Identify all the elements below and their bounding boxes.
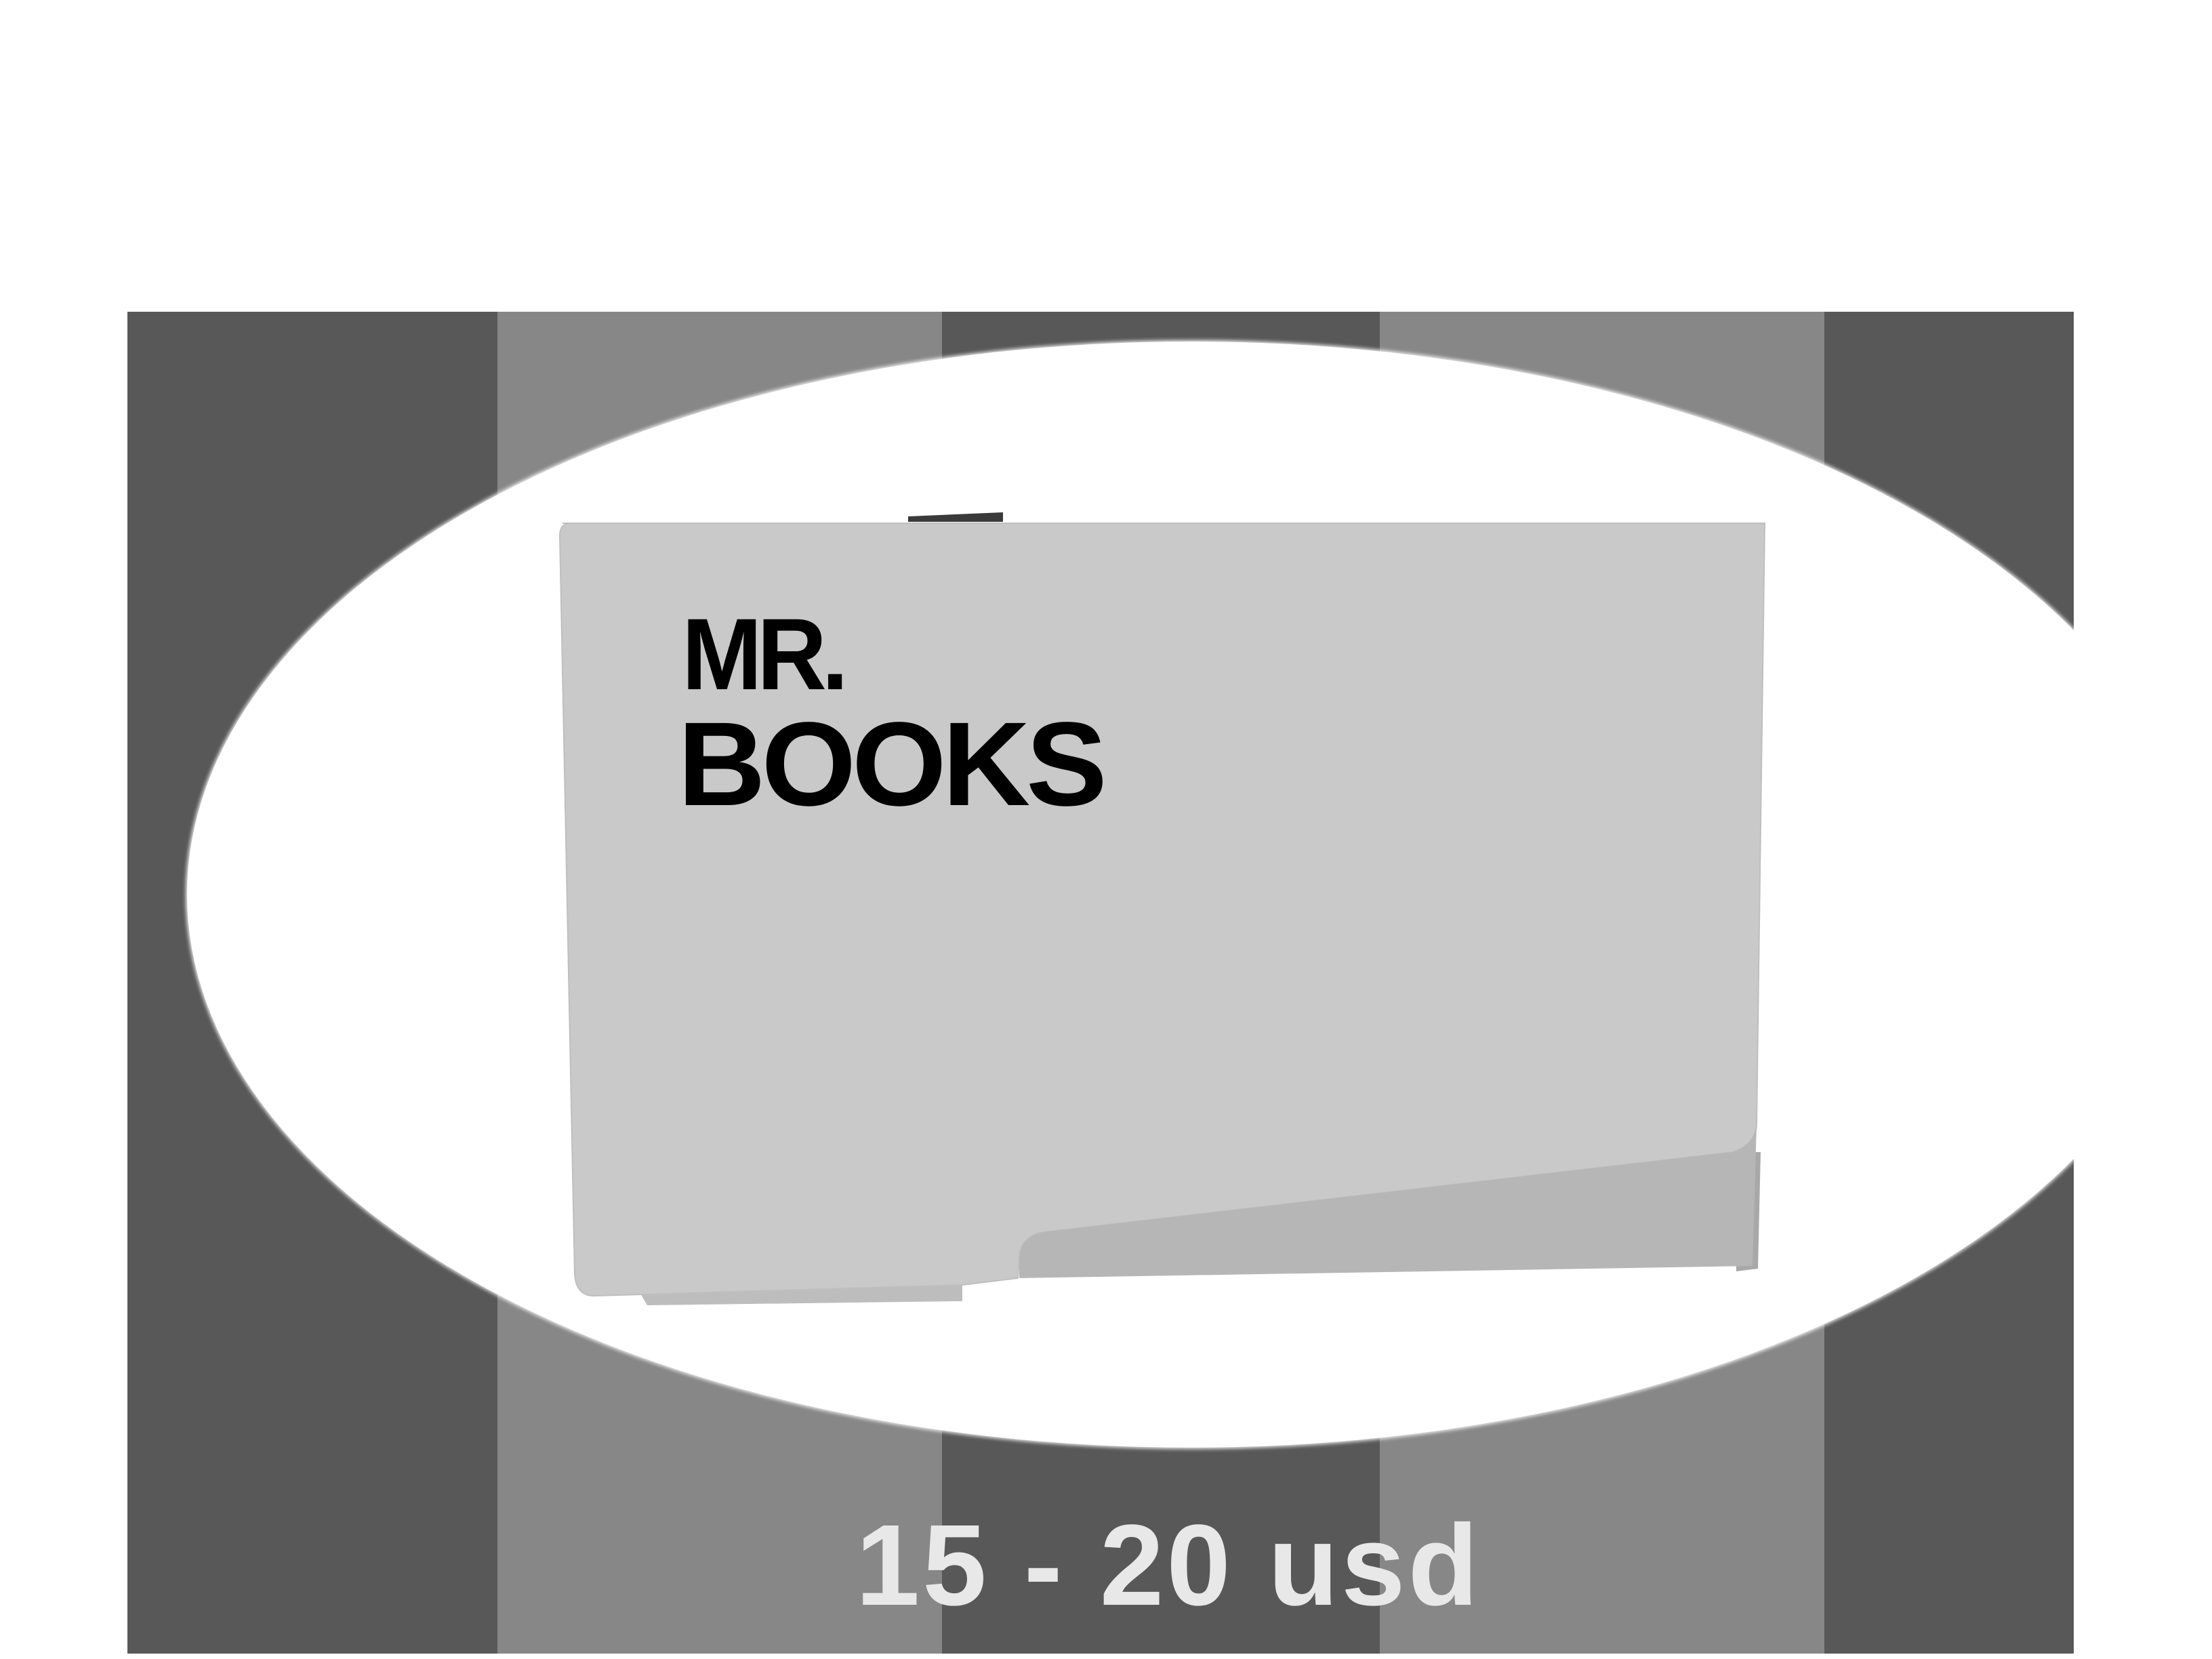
logo-text-books: BOOKS bbox=[678, 698, 1107, 831]
gift-card-image: 15 - 20 usd MR. BOOKS bbox=[0, 0, 2212, 1659]
card-notch-artifact bbox=[411, 899, 423, 928]
logo-text-mr: MR. bbox=[682, 597, 848, 711]
mr-books-logo: MR. BOOKS bbox=[678, 603, 1220, 847]
card-back-sliver bbox=[908, 512, 1003, 522]
